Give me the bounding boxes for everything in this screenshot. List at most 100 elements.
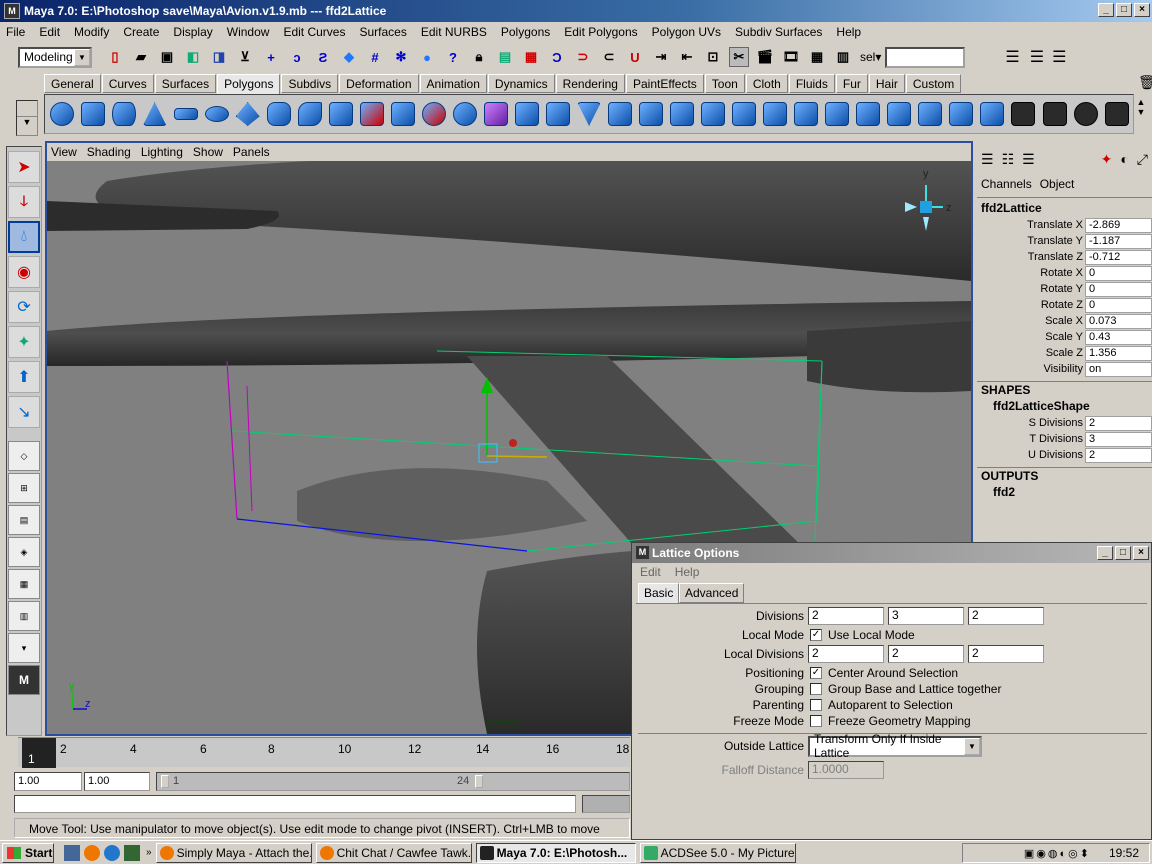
tab-animation[interactable]: Animation — [419, 74, 487, 93]
dialog-menu-help[interactable]: Help — [675, 565, 700, 579]
manipulator-tool-icon[interactable]: ⬆ — [8, 361, 40, 393]
layout-hypershade-icon[interactable]: ▦ — [8, 569, 40, 599]
output-node-name[interactable]: ffd2 — [977, 484, 1152, 501]
attr-row[interactable]: Scale Y 0.43 — [977, 329, 1152, 345]
manipulator-icon[interactable]: ✦ — [1101, 151, 1113, 168]
minimize-button[interactable]: _ — [1098, 3, 1114, 17]
joint-icon[interactable]: ✻ — [391, 47, 411, 67]
time-slider[interactable]: 1 2 4 6 8 10 12 14 16 18 — [18, 737, 630, 768]
create-polygon-icon[interactable] — [916, 98, 945, 130]
trash-icon[interactable]: 🗑︎ — [1138, 74, 1152, 91]
quick-select-input[interactable] — [885, 46, 966, 68]
task-maya[interactable]: Maya 7.0: E:\Photosh... — [475, 842, 636, 863]
snap-plane-icon[interactable]: # — [365, 47, 385, 67]
menu-window[interactable]: Window — [227, 25, 270, 39]
poly-soccer-icon[interactable] — [326, 98, 355, 130]
viewport-menu-view[interactable]: View — [51, 145, 77, 159]
magnet-red-icon[interactable]: U — [625, 47, 645, 67]
merge-edges-icon[interactable] — [854, 98, 883, 130]
lasso-tool-icon[interactable]: ↆ — [8, 186, 40, 218]
split-polygon-icon[interactable] — [761, 98, 790, 130]
dialog-menu-edit[interactable]: Edit — [640, 565, 661, 579]
playback-start-field[interactable]: 1.00 — [84, 771, 150, 791]
attr-value[interactable]: on — [1085, 361, 1152, 377]
poly-cone-icon[interactable] — [140, 98, 169, 130]
dialog-close-button[interactable]: × — [1133, 546, 1149, 560]
curve-icon[interactable]: Ɔ — [547, 47, 567, 67]
outside-lattice-select[interactable]: Transform Only If Inside Lattice ▼ — [808, 732, 982, 760]
tray-icons[interactable]: ▣◉◍◐◎⬍ — [1024, 847, 1091, 860]
render-settings-icon[interactable]: ▦ — [807, 47, 827, 67]
poly-cylinder-icon[interactable] — [109, 98, 138, 130]
channel-box-layers-icon[interactable]: ☷ — [1002, 151, 1015, 168]
poly-torus-icon[interactable] — [202, 98, 231, 130]
magnet-alt-icon[interactable]: ⊂ — [599, 47, 619, 67]
open-scene-icon[interactable]: ▰ — [131, 47, 151, 67]
tab-toon[interactable]: Toon — [704, 74, 745, 93]
mirror-icon[interactable] — [637, 98, 666, 130]
viewport-menu-show[interactable]: Show — [193, 145, 223, 159]
snap-grid-icon[interactable]: + — [261, 47, 281, 67]
object-tab[interactable]: Object — [1040, 177, 1075, 193]
local-divisions-t-field[interactable]: 2 — [888, 645, 964, 663]
dialog-minimize-button[interactable]: _ — [1097, 546, 1113, 560]
bevel-icon[interactable] — [730, 98, 759, 130]
snap-surface-icon[interactable]: ◆ — [339, 47, 359, 67]
dialog-maximize-button[interactable]: □ — [1115, 546, 1131, 560]
poly-cube-icon[interactable] — [78, 98, 107, 130]
attr-row[interactable]: Translate X -2.869 — [977, 217, 1152, 233]
automatic-mapping-icon[interactable] — [1102, 98, 1131, 130]
attr-row[interactable]: Rotate Z0 — [977, 297, 1152, 313]
cut-faces-icon[interactable] — [792, 98, 821, 130]
maximize-button[interactable]: □ — [1116, 3, 1132, 17]
attr-value[interactable]: 1.356 — [1085, 345, 1152, 361]
merge-vertices-icon[interactable] — [823, 98, 852, 130]
uv-icon[interactable]: ▦ — [521, 47, 541, 67]
start-button[interactable]: Start — [2, 842, 54, 863]
poly-helix-icon[interactable] — [295, 98, 324, 130]
hypershade-icon[interactable]: ▥ — [833, 47, 853, 67]
poly-prism-icon[interactable] — [233, 98, 262, 130]
grouping-checkbox[interactable] — [810, 683, 822, 695]
boolean-intersect-icon[interactable] — [481, 98, 510, 130]
layout-single-icon[interactable]: ◇ — [8, 441, 40, 471]
desktop-icon[interactable] — [64, 844, 80, 861]
reduce-icon[interactable] — [544, 98, 573, 130]
shelf-scroll[interactable]: ▲ ▼ — [1134, 97, 1148, 131]
tab-dynamics[interactable]: Dynamics — [487, 74, 555, 93]
layout-outliner-icon[interactable]: ▤ — [8, 505, 40, 535]
show-manipulator-icon[interactable]: ↘ — [8, 396, 40, 428]
extrude-face-icon[interactable] — [668, 98, 697, 130]
tab-advanced[interactable]: Advanced — [679, 583, 745, 603]
paint-select-tool-icon[interactable]: 💧︎ — [8, 221, 40, 253]
close-button[interactable]: × — [1134, 3, 1150, 17]
output-icon[interactable]: ⇤ — [677, 47, 697, 67]
combine-icon[interactable] — [357, 98, 386, 130]
task-chit-chat[interactable]: Chit Chat / Cawfee Tawk... — [315, 842, 472, 863]
tab-hair[interactable]: Hair — [868, 74, 905, 93]
menu-edit-polygons[interactable]: Edit Polygons — [564, 25, 637, 39]
attr-value[interactable]: -1.187 — [1085, 233, 1152, 249]
pick-icon[interactable]: ⤢ — [1137, 151, 1152, 168]
boolean-difference-icon[interactable] — [450, 98, 479, 130]
menu-help[interactable]: Help — [836, 25, 861, 39]
shading-icon[interactable]: ◐ — [1120, 151, 1128, 167]
local-mode-checkbox[interactable]: ✓ — [810, 629, 822, 641]
range-end-handle[interactable] — [475, 774, 483, 788]
menu-create[interactable]: Create — [123, 25, 159, 39]
select-hierarchy-icon[interactable]: ◧ — [183, 47, 203, 67]
sphere-icon[interactable]: ● — [417, 47, 437, 67]
shape-attr-row[interactable]: S Divisions 2 — [977, 415, 1152, 431]
poly-pipe-icon[interactable] — [264, 98, 293, 130]
attribute-editor-toggle-icon[interactable]: ☰ — [1005, 47, 1019, 67]
select-object-icon[interactable]: ◨ — [209, 47, 229, 67]
attr-value[interactable]: 0.073 — [1085, 313, 1152, 329]
divisions-u-field[interactable]: 2 — [968, 607, 1044, 625]
menu-polygon-uvs[interactable]: Polygon UVs — [652, 25, 721, 39]
attr-row[interactable]: Visibility on — [977, 361, 1152, 377]
magnet-icon[interactable]: ⊃ — [573, 47, 593, 67]
attr-value[interactable]: 0.43 — [1085, 329, 1152, 345]
attr-row[interactable]: Rotate Y0 — [977, 281, 1152, 297]
task-acdsee[interactable]: ACDSee 5.0 - My Pictures — [639, 842, 796, 863]
triangulate-icon[interactable] — [575, 98, 604, 130]
